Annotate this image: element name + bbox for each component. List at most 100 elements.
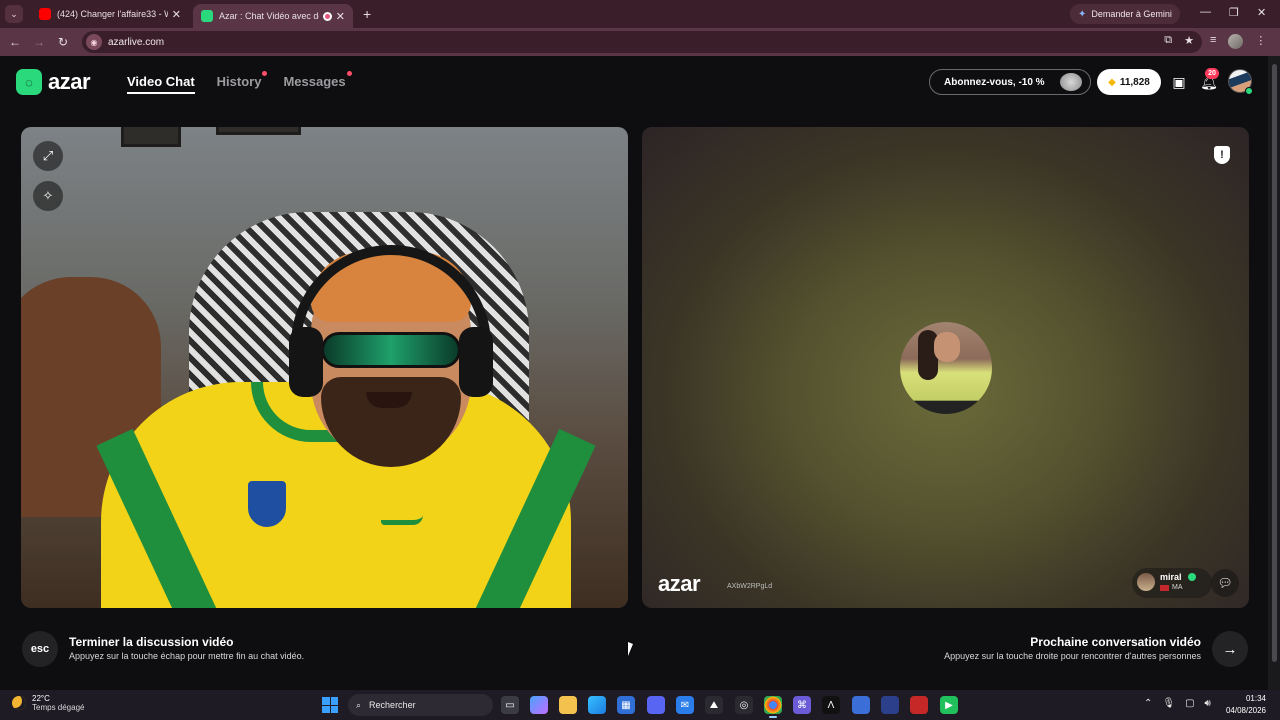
coins-count: 11,828 [1119,76,1150,88]
azar-favicon-icon [201,10,213,22]
online-status-icon [1245,87,1253,95]
scrollbar-thumb[interactable] [1272,64,1277,662]
news-app-icon[interactable] [910,696,928,714]
gemini-button[interactable]: ✦ Demander à Gemini [1070,4,1180,24]
youtube-icon [39,8,51,20]
moon-icon [12,696,26,710]
file-explorer-icon[interactable] [559,696,577,714]
browser-tab-youtube[interactable]: (424) Changer l'affaire33 - WAN ✕ [31,0,189,28]
subscribe-label: Abonnez-vous, -10 % [944,76,1045,88]
tab-title: Azar : Chat Vidéo avec de n [219,11,319,21]
inventory-box-icon[interactable]: ▣ [1170,73,1188,91]
tab-search-icon[interactable]: ⌄ [5,5,23,23]
close-tab-icon[interactable]: ✕ [172,8,181,21]
magic-wand-icon[interactable]: ✧ [33,181,63,211]
remote-video: ! azar AXbW2RPgLd miral MA 💬︎ [642,127,1249,608]
browser-toolbar: ← → ↻ ◉ azarlive.com ⧉ ★ ≡ ⋮ [0,28,1280,56]
azar-logo[interactable]: ◌ azar [16,69,91,95]
maximize-icon[interactable]: ❐ [1229,6,1239,19]
steam-icon[interactable]: ◎ [735,696,753,714]
gamepad-icon[interactable]: ⌘ [793,696,811,714]
browser-menu-icon[interactable]: ⋮ [1255,34,1266,49]
nav-history[interactable]: History [216,71,268,94]
subscribe-button[interactable]: Abonnez-vous, -10 % [929,69,1091,95]
vpn-icon[interactable] [881,696,899,714]
headset-earcup [459,327,493,397]
chevron-up-icon[interactable]: ⌃ [1144,698,1152,709]
azar-logo-icon: ◌ [16,69,42,95]
shirt-logo [381,515,423,525]
browser-tab-azar[interactable]: Azar : Chat Vidéo avec de n ✕ [193,4,353,28]
next-chat-title: Prochaine conversation vidéo [1030,635,1201,649]
mail-icon[interactable]: ✉ [676,696,694,714]
headset-earcup [289,327,323,397]
play-app-icon[interactable]: ▶ [940,696,958,714]
end-chat-hint: Appuyez sur la touche échap pour mettre … [69,651,305,661]
peer-avatar [1137,573,1155,591]
copilot-icon[interactable] [530,696,548,714]
end-chat-button[interactable]: esc [22,631,58,667]
tab-media-icon[interactable]: ≡ [1210,34,1216,49]
close-tab-icon[interactable]: ✕ [336,10,345,23]
weather-widget[interactable]: 22°C Temps dégagé [12,694,84,712]
peer-face [934,332,960,362]
local-video: ⤢ ✧ [21,127,628,608]
next-chat-button[interactable]: → [1212,631,1248,667]
expand-icon[interactable]: ⤢ [33,141,63,171]
gem-icon: ◆ [1108,76,1116,88]
coins-button[interactable]: ◆ 11,828 [1097,69,1161,95]
peer-info-chip[interactable]: miral MA [1132,568,1212,598]
notification-badge: 20 [1205,68,1219,79]
azar-app: ◌ azar Video Chat History Messages Abonn… [0,56,1268,690]
microphone-icon[interactable]: 🎙︎ [1162,698,1175,709]
chrome-icon[interactable] [764,696,782,718]
report-icon[interactable]: ! [1214,146,1230,164]
clock[interactable]: 01:34 04/08/2026 [1226,693,1266,717]
end-chat-title: Terminer la discussion vidéo [69,635,234,649]
logo-text: azar [48,69,91,94]
volume-icon[interactable]: 🔊︎ [1205,698,1211,709]
taskbar-search[interactable]: ⌕ Rechercher [348,694,493,716]
close-window-icon[interactable]: ✕ [1257,6,1266,19]
minimize-icon[interactable]: — [1200,6,1211,18]
forward-icon[interactable]: → [27,35,51,49]
wall-frame [121,127,181,147]
photos-icon[interactable]: ⛰ [705,696,723,714]
notification-dot [262,71,268,76]
start-icon[interactable] [322,697,338,713]
network-icon[interactable]: ▢ [1185,698,1194,709]
verified-icon [1188,573,1196,581]
search-icon: ⌕ [356,699,362,710]
nav-messages[interactable]: Messages [283,71,352,94]
nav-video-chat[interactable]: Video Chat [127,74,195,94]
wall-frame [216,127,301,135]
site-info-icon[interactable]: ◉ [86,34,102,50]
edge-icon[interactable] [588,696,606,714]
chat-app-icon[interactable] [852,696,870,714]
shirt-crest [246,479,288,529]
next-chat-hint: Appuyez sur la touche droite pour rencon… [944,651,1201,661]
back-icon[interactable]: ← [3,35,27,49]
windows-taskbar: 22°C Temps dégagé ⌕ Rechercher ▭ ▦ ✉ ⛰ ◎… [0,690,1280,720]
task-view-icon[interactable]: ▭ [501,696,519,714]
main-nav: Video Chat History Messages [127,71,352,94]
store-icon[interactable]: ▦ [617,696,635,714]
new-tab-button[interactable]: + [363,6,371,22]
tab-title: (424) Changer l'affaire33 - WAN [57,9,168,19]
bookmark-star-icon[interactable]: ★ [1184,34,1194,47]
chat-bubble-icon[interactable]: 💬︎ [1211,569,1239,597]
url-text: azarlive.com [108,36,165,48]
install-app-icon[interactable]: ⧉ [1164,34,1172,47]
discord-icon[interactable] [647,696,665,714]
weather-description: Temps dégagé [32,703,85,712]
notification-dot [346,71,352,76]
address-bar[interactable]: ◉ azarlive.com ⧉ ★ [82,31,1202,53]
peer-country: MA [1160,584,1183,591]
nav-history-label: History [216,74,262,89]
profile-avatar[interactable] [1228,34,1244,49]
session-id: AXbW2RPgLd [727,583,773,590]
peer-name: miral [1160,572,1182,582]
search-placeholder: Rechercher [369,700,416,710]
nvidia-icon[interactable]: Λ [822,696,840,714]
reload-icon[interactable]: ↻ [51,35,75,49]
